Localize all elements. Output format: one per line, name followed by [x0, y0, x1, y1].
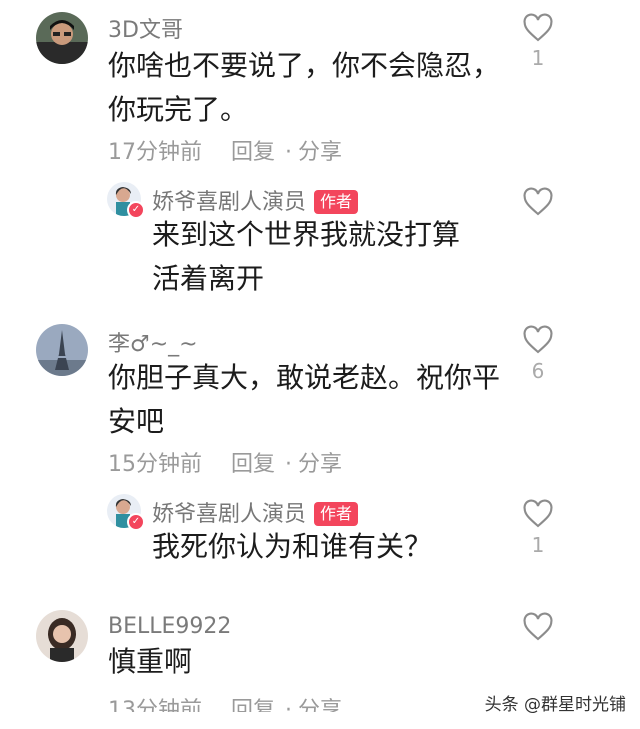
reply-text-line: 来到这个世界我就没打算	[152, 218, 461, 251]
comment-meta: 17分钟前 回复 · 分享	[108, 134, 364, 166]
comment-text-line: 安吧	[108, 405, 165, 438]
comment-time: 15分钟前	[108, 452, 202, 477]
avatar[interactable]	[36, 12, 88, 64]
reply-username-text[interactable]: 娇爷喜剧人演员	[152, 502, 306, 527]
reply-button[interactable]: 回复	[231, 698, 275, 712]
comment-username[interactable]: BELLE9922	[108, 614, 231, 639]
avatar[interactable]	[36, 610, 88, 662]
like-button[interactable]	[522, 13, 554, 43]
like-count: 6	[531, 359, 545, 383]
heart-outline-icon	[523, 325, 553, 354]
comment-text-line: 你胆子真大，敢说老赵。祝你平	[108, 361, 501, 394]
share-button[interactable]: 分享	[298, 698, 342, 712]
reply-button[interactable]: 回复	[231, 452, 275, 477]
comment-meta: 13分钟前 回复 · 分享	[108, 692, 364, 712]
comment-text: 慎重啊	[108, 640, 192, 684]
comment-text: 你胆子真大，敢说老赵。祝你平 安吧	[108, 356, 500, 444]
like-button[interactable]	[522, 187, 554, 217]
reply-text: 来到这个世界我就没打算 活着离开	[152, 213, 460, 301]
avatar[interactable]	[36, 324, 88, 376]
reply-username[interactable]: 娇爷喜剧人演员 作者	[152, 496, 359, 528]
verified-check-icon: ✓	[127, 513, 145, 531]
verified-check-icon: ✓	[127, 201, 145, 219]
comment-text-line: 慎重啊	[108, 645, 193, 678]
like-count: 1	[531, 533, 545, 557]
comment-text: 你啥也不要说了，你不会隐忍， 你玩完了。	[108, 44, 500, 132]
like-count: 1	[531, 46, 545, 70]
comment-meta: 15分钟前 回复 · 分享	[108, 446, 364, 478]
author-badge: 作者	[314, 502, 359, 526]
like-button[interactable]	[522, 499, 554, 529]
heart-outline-icon	[523, 612, 553, 641]
comment-username[interactable]: 3D文哥	[108, 12, 183, 44]
comment-username[interactable]: 李♂~_~	[108, 326, 198, 358]
reply-button[interactable]: 回复	[231, 140, 275, 165]
separator-dot: ·	[285, 698, 293, 712]
watermark: 头条 @群星时光铺	[484, 695, 626, 715]
comment-time: 13分钟前	[108, 698, 202, 712]
like-button[interactable]	[522, 612, 554, 642]
separator-dot: ·	[285, 452, 293, 477]
heart-outline-icon	[523, 187, 553, 216]
comment-text-line: 你啥也不要说了，你不会隐忍，	[108, 49, 501, 82]
share-button[interactable]: 分享	[298, 140, 342, 165]
reply-username-text[interactable]: 娇爷喜剧人演员	[152, 190, 306, 215]
share-button[interactable]: 分享	[298, 452, 342, 477]
reply-text-line: 活着离开	[152, 262, 265, 295]
comment-text-line: 你玩完了。	[108, 93, 249, 126]
author-badge: 作者	[314, 190, 359, 214]
reply-username[interactable]: 娇爷喜剧人演员 作者	[152, 184, 359, 216]
like-button[interactable]	[522, 325, 554, 355]
separator-dot: ·	[285, 140, 293, 165]
heart-outline-icon	[523, 13, 553, 42]
heart-outline-icon	[523, 499, 553, 528]
comment-time: 17分钟前	[108, 140, 202, 165]
reply-text-line: 我死你认为和谁有关？	[152, 530, 433, 563]
reply-text: 我死你认为和谁有关？	[152, 525, 432, 569]
